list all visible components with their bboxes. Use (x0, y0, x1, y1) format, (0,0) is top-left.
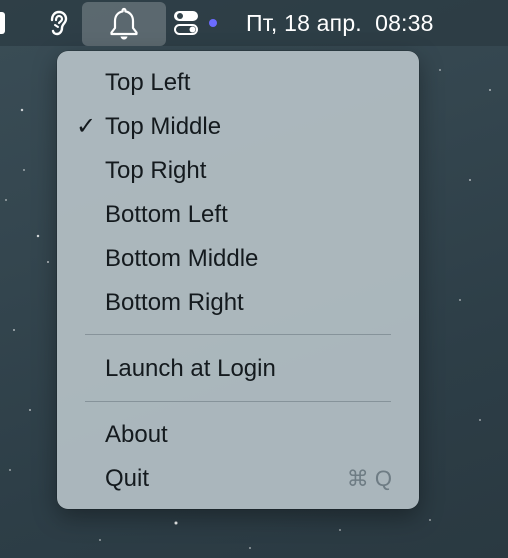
menu-item-bottom-left[interactable]: Bottom Left (62, 193, 414, 237)
menu-item-launch-at-login[interactable]: Launch at Login (62, 347, 414, 391)
menu-item-label: Bottom Middle (105, 245, 259, 272)
checkmark-icon: ✓ (76, 113, 97, 140)
menu-item-label: Launch at Login (105, 355, 276, 382)
menu-separator (85, 401, 391, 402)
bell-icon-graphic (110, 7, 138, 40)
menu-item-top-right[interactable]: Top Right (62, 149, 414, 193)
menu-item-top-left[interactable]: Top Left (62, 61, 414, 105)
menu-item-label: Top Middle (105, 113, 222, 140)
notification-position-menu: Top Left ✓ Top Middle Top Right Bottom L… (57, 51, 419, 509)
ear-icon-graphic (50, 10, 68, 36)
bell-icon[interactable] (82, 2, 166, 46)
menu-item-label: Quit (105, 465, 150, 492)
toggle-switch-icon[interactable] (168, 0, 204, 46)
menu-item-bottom-right[interactable]: Bottom Right (62, 281, 414, 325)
status-dot (209, 19, 217, 27)
menu-item-quit[interactable]: Quit ⌘ Q (62, 457, 414, 501)
menu-item-label: Bottom Right (105, 289, 244, 316)
keyboard-shortcut: ⌘ Q (346, 466, 392, 491)
menu-item-top-middle[interactable]: ✓ Top Middle (62, 105, 414, 149)
menu-bar-clock[interactable]: Пт, 18 апр. 08:38 (246, 0, 434, 46)
menu-item-label: Top Left (105, 69, 191, 96)
menu-item-bottom-middle[interactable]: Bottom Middle (62, 237, 414, 281)
menu-item-label: Bottom Left (105, 201, 228, 228)
toggle-switch-icon-graphic (174, 11, 198, 35)
menu-item-label: Top Right (105, 157, 207, 184)
ear-icon[interactable] (40, 0, 76, 46)
menu-separator (85, 334, 391, 335)
menu-bar: Пт, 18 апр. 08:38 (0, 0, 508, 46)
menu-bar-app-edge (0, 12, 5, 34)
menu-item-about[interactable]: About (62, 413, 414, 457)
menu-item-label: About (105, 421, 168, 448)
